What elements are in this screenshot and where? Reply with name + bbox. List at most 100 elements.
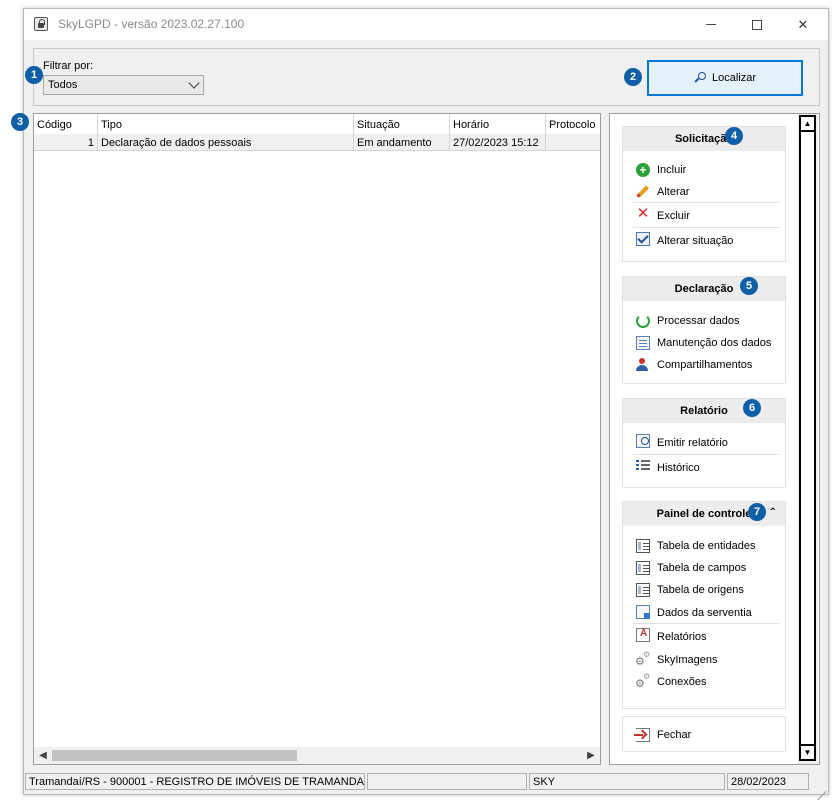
group-relatorio: Relatório Emitir relatório Histórico: [622, 398, 786, 488]
callout-badge-4: 4: [725, 127, 743, 145]
scroll-up-icon[interactable]: ▲: [799, 115, 816, 132]
maximize-button[interactable]: [734, 9, 780, 40]
skyimagens-button[interactable]: SkyImagens: [623, 649, 785, 671]
cell-horario: 27/02/2023 15:12: [450, 134, 546, 151]
filter-selected-value: Todos: [48, 79, 78, 91]
report-icon: [636, 628, 650, 642]
conexoes-button[interactable]: Conexões: [623, 671, 785, 693]
tabela-campos-label: Tabela de campos: [657, 562, 747, 574]
delete-icon: ✕: [636, 205, 650, 222]
scroll-down-icon[interactable]: ▼: [799, 744, 816, 761]
dados-serventia-label: Dados da serventia: [657, 606, 752, 619]
historico-label: Histórico: [657, 461, 700, 474]
painel-title: Painel de controle: [656, 508, 752, 520]
fechar-label: Fechar: [657, 729, 692, 741]
tabela-origens-label: Tabela de origens: [657, 584, 744, 596]
processar-dados-label: Processar dados: [657, 315, 740, 327]
tabela-campos-button[interactable]: Tabela de campos: [623, 557, 785, 579]
title-bar: SkyLGPD - versão 2023.02.27.100 ✕: [24, 9, 828, 40]
column-header-protocolo[interactable]: Protocolo: [546, 114, 600, 134]
alterar-situacao-button[interactable]: Alterar situação: [623, 228, 785, 253]
minimize-button[interactable]: [688, 9, 734, 40]
compartilhamentos-button[interactable]: Compartilhamentos: [623, 354, 785, 376]
group-header-declaracao: Declaração: [623, 277, 785, 301]
processar-dados-button[interactable]: Processar dados: [623, 310, 785, 332]
data-document-icon: [636, 605, 650, 619]
callout-badge-3: 3: [11, 113, 29, 131]
column-header-horario[interactable]: Horário: [450, 114, 546, 134]
chevron-down-icon: [188, 77, 200, 89]
group-painel-controle: Painel de controle ⌃ Tabela de entidades…: [622, 501, 786, 709]
tabela-entidades-label: Tabela de entidades: [657, 540, 756, 552]
group-solicitacao: Solicitação + Incluir Alterar ✕ Excluir Al…: [622, 126, 786, 262]
filter-panel: Filtrar por: Todos Localizar: [33, 48, 820, 106]
emitir-relatorio-button[interactable]: Emitir relatório: [623, 430, 785, 455]
callout-badge-2: 2: [624, 68, 642, 86]
relatorios-button[interactable]: Relatórios: [623, 624, 785, 649]
relatorios-label: Relatórios: [657, 630, 707, 643]
app-window: SkyLGPD - versão 2023.02.27.100 ✕ Filtra…: [23, 8, 829, 795]
window-title: SkyLGPD - versão 2023.02.27.100: [58, 17, 245, 31]
grid-header: Código Tipo Situação Horário Protocolo: [34, 114, 600, 134]
exit-icon: [634, 728, 650, 742]
users-icon: [636, 358, 650, 372]
callout-badge-6: 6: [743, 399, 761, 417]
incluir-label: Incluir: [657, 164, 687, 176]
column-header-codigo[interactable]: Código: [34, 114, 98, 134]
manutencao-dados-button[interactable]: Manutenção dos dados: [623, 332, 785, 354]
emitir-relatorio-label: Emitir relatório: [657, 436, 728, 449]
callout-badge-7: 7: [748, 503, 766, 521]
requests-grid[interactable]: Código Tipo Situação Horário Protocolo 1…: [33, 113, 601, 765]
checkbox-icon: [636, 232, 650, 246]
table-icon: [636, 539, 650, 553]
skyimagens-label: SkyImagens: [657, 654, 718, 666]
alterar-situacao-label: Alterar situação: [657, 234, 734, 247]
alterar-button[interactable]: Alterar: [623, 181, 785, 203]
historico-button[interactable]: Histórico: [623, 455, 785, 480]
refresh-icon: [636, 314, 650, 328]
horizontal-scrollbar[interactable]: ◀ ▶: [34, 747, 600, 764]
collapse-icon[interactable]: ⌃: [769, 507, 777, 518]
excluir-label: Excluir: [657, 209, 691, 222]
dados-serventia-button[interactable]: Dados da serventia: [623, 601, 785, 624]
localizar-label: Localizar: [711, 72, 757, 84]
status-bar: Tramandaí/RS - 900001 - REGISTRO DE IMÓV…: [24, 770, 828, 794]
fechar-button[interactable]: Fechar: [623, 717, 785, 753]
filter-label: Filtrar por:: [43, 60, 94, 72]
lock-app-icon: [34, 17, 48, 31]
document-icon: [636, 336, 650, 350]
alterar-label: Alterar: [657, 186, 690, 198]
manutencao-dados-label: Manutenção dos dados: [657, 337, 772, 349]
scroll-thumb[interactable]: [52, 750, 297, 761]
search-icon: [694, 72, 706, 84]
conexoes-label: Conexões: [657, 676, 707, 688]
excluir-button[interactable]: ✕ Excluir: [623, 203, 785, 228]
status-location: Tramandaí/RS - 900001 - REGISTRO DE IMÓV…: [25, 773, 365, 790]
status-app: SKY: [529, 773, 725, 790]
callout-badge-5: 5: [740, 277, 758, 295]
search-document-icon: [636, 434, 650, 448]
cell-codigo: 1: [34, 134, 98, 151]
status-empty: [367, 773, 527, 790]
callout-badge-1: 1: [25, 66, 43, 84]
table-icon: [636, 561, 650, 575]
minimize-icon: [706, 24, 716, 25]
column-header-tipo[interactable]: Tipo: [98, 114, 354, 134]
cell-tipo: Declaração de dados pessoais: [98, 134, 354, 151]
tabela-entidades-button[interactable]: Tabela de entidades: [623, 535, 785, 557]
column-header-situacao[interactable]: Situação: [354, 114, 450, 134]
close-button[interactable]: ✕: [780, 9, 826, 40]
incluir-button[interactable]: + Incluir: [623, 159, 785, 181]
resize-grip-icon[interactable]: [814, 780, 826, 792]
localizar-button[interactable]: Localizar: [647, 60, 803, 96]
tabela-origens-button[interactable]: Tabela de origens: [623, 579, 785, 601]
vertical-scrollbar[interactable]: ▲ ▼: [798, 114, 818, 764]
scroll-track[interactable]: [799, 132, 816, 744]
filter-select[interactable]: Todos: [43, 75, 204, 95]
table-row[interactable]: 1 Declaração de dados pessoais Em andame…: [34, 134, 600, 151]
group-declaracao: Declaração Processar dados Manutenção do…: [622, 276, 786, 384]
scroll-right-icon[interactable]: ▶: [584, 750, 598, 761]
list-icon: [636, 459, 650, 473]
pencil-icon: [636, 185, 650, 199]
scroll-left-icon[interactable]: ◀: [36, 750, 50, 761]
